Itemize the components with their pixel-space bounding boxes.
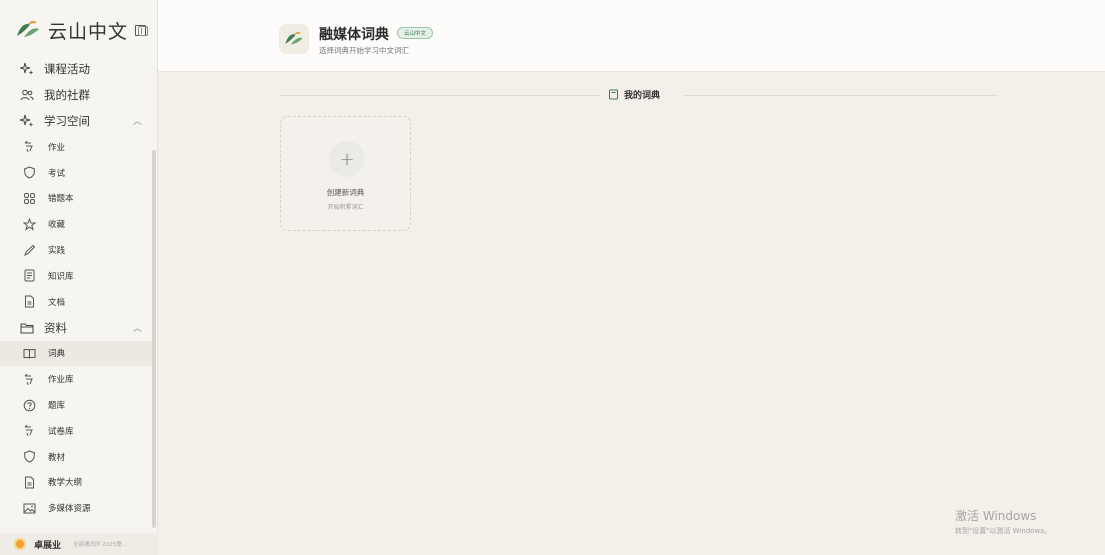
nav-item-course-activities[interactable]: 课程活动: [0, 56, 152, 82]
knowledge-icon: [22, 269, 36, 283]
document-icon: [22, 295, 36, 309]
sub-item-label: 教学大纲: [48, 478, 83, 489]
watermark-subtitle: 转到"设置"以激活 Windows。: [955, 527, 1051, 535]
document-icon: [22, 475, 36, 489]
nav-item-resources[interactable]: 资料 ︿: [0, 315, 152, 341]
avatar[interactable]: [14, 538, 26, 550]
windows-activation-watermark: 激活 Windows 转到"设置"以激活 Windows。: [955, 507, 1051, 536]
user-name: 卓展业: [34, 540, 62, 551]
book-open-icon: [22, 346, 36, 360]
folder-icon: [20, 321, 34, 335]
copyright-text: 全部通讯所 2025理...: [73, 542, 128, 548]
sparkle-icon: [20, 114, 34, 128]
section-title-label: 我的词典: [624, 91, 661, 101]
sub-item-label: 收藏: [48, 220, 66, 231]
sub-item-label: 试卷库: [48, 426, 74, 437]
sub-item-label: 词典: [48, 349, 66, 360]
sidebar: 云山中文 课程活动 我的社群 学习空间 ︿ 作业 考试 错题本 收藏 实践 知识…: [0, 0, 158, 555]
dictionary-logo-icon: [279, 24, 309, 54]
section-title: 我的词典: [608, 88, 660, 101]
sub-item-label: 教材: [48, 452, 66, 463]
sub-item-practice[interactable]: 实践: [0, 237, 152, 263]
page-title: 融媒体词典: [319, 27, 389, 43]
main-content: 我的词典 + 创建新词典 开始积累词汇: [158, 72, 1105, 555]
nav-item-label: 学习空间: [44, 114, 90, 128]
sub-item-label: 作业库: [48, 375, 74, 386]
chevron-up-icon[interactable]: ︿: [133, 114, 142, 127]
sidebar-scrollbar[interactable]: [152, 150, 156, 528]
pen-icon: [22, 243, 36, 257]
sub-item-syllabus[interactable]: 教学大纲: [0, 470, 152, 496]
plus-icon[interactable]: +: [329, 141, 365, 177]
create-dictionary-card[interactable]: + 创建新词典 开始积累词汇: [280, 116, 411, 231]
assignment-icon: [22, 140, 36, 154]
assignment-icon: [22, 424, 36, 438]
brand-name: 云山中文: [48, 20, 129, 43]
sub-item-exam-library[interactable]: 试卷库: [0, 418, 152, 444]
sub-item-label: 多媒体资源: [48, 504, 91, 515]
watermark-title: 激活 Windows: [955, 509, 1037, 523]
nav-item-my-community[interactable]: 我的社群: [0, 82, 152, 108]
question-icon: [22, 398, 36, 412]
nav-item-label: 资料: [44, 320, 67, 335]
sub-item-mistake-book[interactable]: 错题本: [0, 186, 152, 212]
sub-item-exam[interactable]: 考试: [0, 160, 152, 186]
brand-logo-icon: [17, 20, 39, 37]
nav-item-label: 我的社群: [44, 88, 90, 102]
sub-item-homework-library[interactable]: 作业库: [0, 366, 152, 392]
sub-item-label: 作业: [48, 142, 66, 153]
sub-item-label: 考试: [48, 168, 66, 179]
nav-item-learning-space[interactable]: 学习空间 ︿: [0, 108, 152, 134]
page-subtitle: 选择词典开始学习中文词汇: [319, 46, 409, 55]
brand-badge: 云山中文: [397, 27, 434, 39]
sub-item-homework[interactable]: 作业: [0, 134, 152, 160]
shield-icon: [22, 166, 36, 180]
sub-item-question-bank[interactable]: 题库: [0, 392, 152, 418]
users-icon: [20, 88, 34, 102]
sub-item-textbooks[interactable]: 教材: [0, 444, 152, 470]
sub-item-label: 题库: [48, 401, 66, 412]
user-bar[interactable]: 卓展业 全部通讯所 2025理...: [0, 533, 158, 555]
star-icon: [22, 217, 36, 231]
divider-right: [683, 95, 998, 96]
chevron-up-icon[interactable]: ︿: [133, 321, 142, 334]
book-icon: [609, 89, 618, 100]
nav-item-label: 课程活动: [44, 62, 90, 76]
grid-icon: [22, 191, 36, 205]
sub-item-knowledge-base[interactable]: 知识库: [0, 263, 152, 289]
sidebar-toggle-icon[interactable]: [138, 26, 148, 36]
sub-item-favorites[interactable]: 收藏: [0, 211, 152, 237]
page-header: 融媒体词典 云山中文 选择词典开始学习中文词汇: [158, 0, 1105, 72]
create-card-title: 创建新词典: [326, 188, 365, 197]
sub-item-label: 实践: [48, 246, 66, 257]
sub-item-label: 文档: [48, 297, 66, 308]
brand[interactable]: 云山中文: [14, 10, 147, 50]
sub-item-dictionary[interactable]: 词典: [0, 340, 152, 367]
sparkle-icon: [20, 62, 34, 76]
image-icon: [22, 501, 36, 515]
sidebar-nav: 课程活动 我的社群 学习空间 ︿ 作业 考试 错题本 收藏 实践 知识库 文档 …: [0, 56, 152, 521]
sub-item-label: 知识库: [48, 271, 74, 282]
create-card-subtitle: 开始积累词汇: [327, 204, 364, 211]
assignment-icon: [22, 372, 36, 386]
sub-item-documents[interactable]: 文档: [0, 289, 152, 315]
sub-item-multimedia[interactable]: 多媒体资源: [0, 495, 152, 521]
divider-left: [280, 95, 600, 96]
sub-item-label: 错题本: [48, 194, 74, 205]
shield-icon: [22, 450, 36, 464]
